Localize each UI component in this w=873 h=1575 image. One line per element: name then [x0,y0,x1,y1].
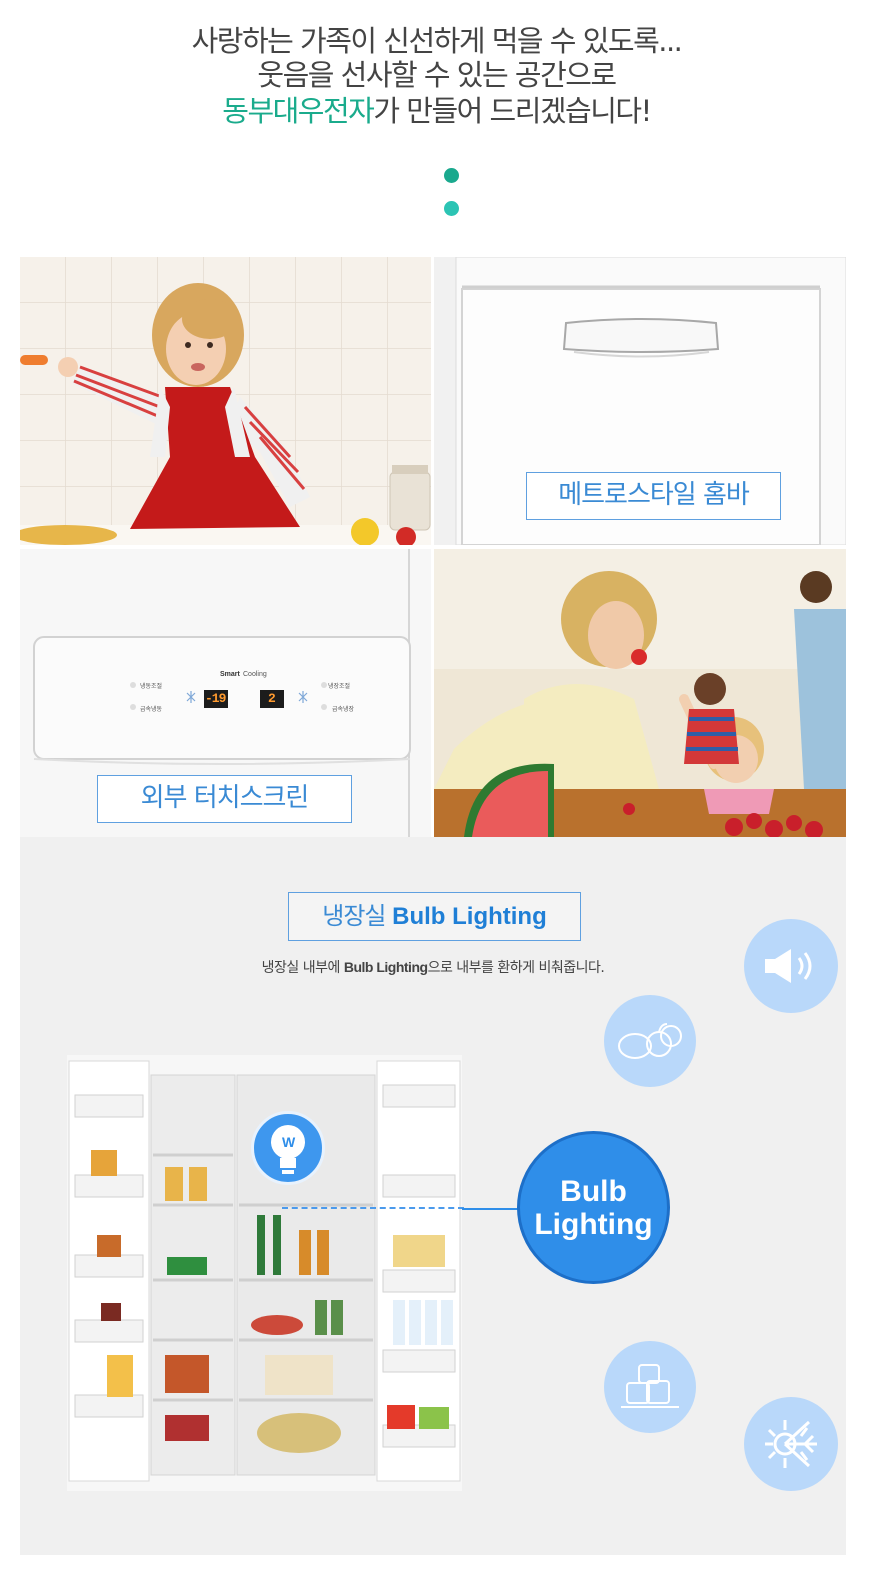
vegetables-icon [618,1023,682,1059]
headline-line-3-rest: 가 만들어 드리겠습니다! [373,94,652,128]
cooling-feature-circle [744,1397,838,1491]
headline-line-2: 웃음을 선사할 수 있는 공간으로 [257,58,617,92]
fridge-temp-display: 2 [268,691,276,706]
panel-freeze-adjust: 냉동조절 [140,683,163,690]
desc-post: 으로 내부를 환하게 비춰줍니다. [427,960,605,976]
decorative-dot [444,168,459,183]
photo-touch-panel: Smart Cooling 냉동조절 급속냉동 냉장조절 급속냉장 -19 2 … [20,549,431,837]
touch-screen-label: 외부 터치스크린 [97,775,352,823]
desc-pre: 냉장실 내부에 [261,960,344,976]
panel-rapid-freeze: 급속냉동 [140,706,163,713]
bulb-lighting-title: 냉장실 Bulb Lighting [288,892,581,941]
dashed-connector [282,1207,464,1209]
panel-rapid-cool: 급속냉장 [332,706,355,713]
headline-line-1: 사랑하는 가족이 신선하게 먹을 수 있도록... [191,24,683,58]
panel-smart-text: Smart [220,671,240,678]
brand-name: 동부대우전자 [222,94,375,128]
decorative-dot [444,201,459,216]
headline-line-3: 동부대우전자가 만들어 드리겠습니다! [0,94,873,128]
snowflake-icon [765,1420,817,1468]
vegetables-feature-circle [604,995,696,1087]
bulb-letter: W [282,1134,296,1150]
bulb-lighting-section: 냉장실 Bulb Lighting 냉장실 내부에 Bulb Lighting으… [20,837,846,1555]
title-english: Bulb Lighting [392,903,547,930]
bulb-lighting-description: 냉장실 내부에 Bulb Lighting으로 내부를 환하게 비춰줍니다. [20,957,846,977]
badge-line-2: Lighting [534,1207,653,1241]
photo-metro-hombar: 메트로스타일 홈바 [434,257,846,545]
solid-connector [462,1208,518,1210]
family-photo-illustration [434,549,846,837]
ice-cubes-icon [621,1364,679,1408]
bulb-lighting-badge: Bulb Lighting [517,1131,670,1284]
bulb-badge: W [251,1111,325,1185]
panel-cooling-text: Cooling [243,671,267,678]
child-photo-illustration [20,257,431,545]
speaker-icon [765,949,812,983]
ice-feature-circle [604,1341,696,1433]
hombar-label: 메트로스타일 홈바 [526,472,781,520]
badge-line-1: Bulb [560,1174,627,1208]
panel-fridge-adjust: 냉장조절 [328,683,351,690]
title-korean: 냉장실 [322,902,386,930]
speaker-feature-circle [744,919,838,1013]
photo-family-kitchen [434,549,846,837]
freezer-temp-display: -19 [205,691,226,706]
desc-bold: Bulb Lighting [343,959,428,975]
photo-child-kitchen [20,257,431,545]
